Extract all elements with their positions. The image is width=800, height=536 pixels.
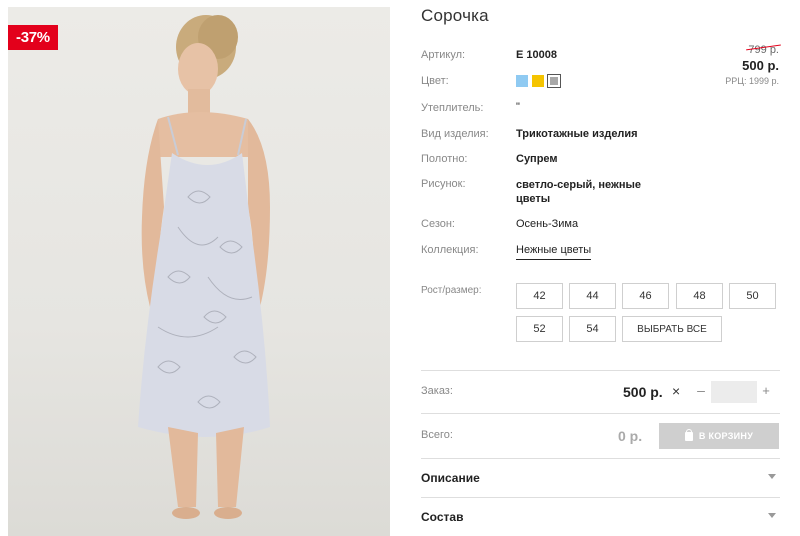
color-swatch-grey[interactable] bbox=[547, 74, 561, 88]
size-button-52[interactable]: 52 bbox=[516, 316, 563, 342]
add-to-cart-button[interactable]: В КОРЗИНУ bbox=[659, 423, 779, 449]
sizes-label: Рост/размер: bbox=[421, 285, 482, 296]
attr-label-insulation: Утеплитель: bbox=[421, 102, 484, 114]
add-to-cart-label: В КОРЗИНУ bbox=[698, 431, 754, 441]
attr-label-pattern: Рисунок: bbox=[421, 178, 466, 190]
size-button-48[interactable]: 48 bbox=[676, 283, 723, 309]
color-swatches bbox=[516, 74, 561, 88]
select-all-sizes-button[interactable]: ВЫБРАТЬ ВСЕ bbox=[622, 316, 722, 342]
total-label: Всего: bbox=[421, 429, 453, 441]
size-button-54[interactable]: 54 bbox=[569, 316, 616, 342]
accordion-description-title[interactable]: Описание bbox=[421, 471, 480, 485]
divider bbox=[421, 458, 780, 459]
attr-value-fabric: Супрем bbox=[516, 153, 558, 165]
product-photo[interactable] bbox=[8, 7, 390, 536]
attr-value-type: Трикотажные изделия bbox=[516, 128, 638, 140]
divider bbox=[421, 370, 780, 371]
attr-value-insulation: " bbox=[516, 101, 520, 113]
model-illustration bbox=[138, 15, 270, 519]
chevron-down-icon[interactable] bbox=[768, 513, 776, 518]
discount-badge: -37% bbox=[8, 25, 58, 50]
remove-order-icon[interactable]: × bbox=[672, 383, 680, 399]
divider bbox=[421, 497, 780, 498]
collection-link[interactable]: Нежные цветы bbox=[516, 243, 592, 260]
size-button-42[interactable]: 42 bbox=[516, 283, 563, 309]
attr-value-article: Е 10008 bbox=[516, 49, 557, 61]
order-label: Заказ: bbox=[421, 385, 453, 397]
color-swatch-yellow[interactable] bbox=[532, 75, 544, 87]
old-price: 799 р. bbox=[746, 44, 781, 56]
size-button-50[interactable]: 50 bbox=[729, 283, 776, 309]
attr-label-color: Цвет: bbox=[421, 75, 449, 87]
shopping-bag-icon bbox=[684, 428, 693, 441]
order-price: 500 р. bbox=[623, 384, 663, 400]
accordion-composition-title[interactable]: Состав bbox=[421, 510, 463, 524]
attr-value-pattern-line1: светло-серый, нежные bbox=[516, 179, 641, 191]
attr-label-fabric: Полотно: bbox=[421, 153, 468, 165]
rrc-price: РРЦ: 1999 р. bbox=[725, 76, 779, 86]
quantity-input[interactable] bbox=[711, 381, 757, 403]
size-button-44[interactable]: 44 bbox=[569, 283, 616, 309]
divider bbox=[421, 413, 780, 414]
quantity-plus-button[interactable]: + bbox=[760, 383, 772, 398]
color-swatch-light-blue[interactable] bbox=[516, 75, 528, 87]
attr-label-type: Вид изделия: bbox=[421, 128, 489, 140]
attr-label-article: Артикул: bbox=[421, 49, 466, 61]
attr-label-collection: Коллекция: bbox=[421, 244, 479, 256]
quantity-minus-button[interactable]: – bbox=[694, 382, 708, 398]
product-title: Сорочка bbox=[421, 6, 489, 25]
attr-value-season: Осень-Зима bbox=[516, 218, 579, 230]
size-button-46[interactable]: 46 bbox=[622, 283, 669, 309]
attr-label-season: Сезон: bbox=[421, 218, 455, 230]
attr-value-pattern-line2: цветы bbox=[516, 193, 551, 205]
current-price: 500 р. bbox=[742, 58, 779, 73]
total-value: 0 р. bbox=[618, 428, 643, 444]
chevron-down-icon[interactable] bbox=[768, 474, 776, 479]
